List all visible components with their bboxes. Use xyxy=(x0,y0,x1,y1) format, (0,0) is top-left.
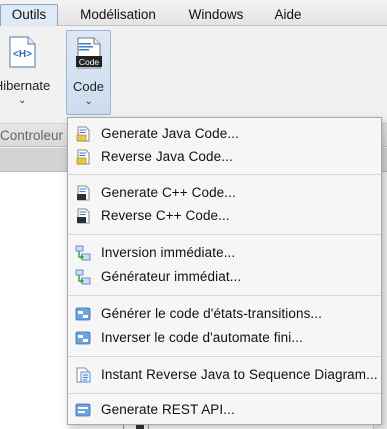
menu-separator xyxy=(68,234,381,235)
menu-item-inversion-immediate[interactable]: Inversion immédiate... xyxy=(68,242,381,264)
instant-reverse-icon xyxy=(75,245,91,261)
code-button[interactable]: Code Code ⌄ xyxy=(66,30,111,115)
menu-item-generer-etats-transitions[interactable]: Générer le code d'états-transitions... xyxy=(68,303,381,325)
hibernate-icon: <H> xyxy=(9,36,36,68)
menu-item-label: Instant Reverse Java to Sequence Diagram… xyxy=(101,367,378,382)
menu-separator xyxy=(68,295,381,296)
menu-item-reverse-cpp[interactable]: Reverse C++ Code... xyxy=(68,205,381,227)
menu-windows[interactable]: Windows xyxy=(178,4,254,26)
code-icon: Code xyxy=(75,37,102,69)
rest-api-icon xyxy=(75,403,91,417)
menu-item-instant-reverse-sequence[interactable]: Instant Reverse Java to Sequence Diagram… xyxy=(68,364,381,386)
menu-item-label: Generate C++ Code... xyxy=(101,185,236,200)
chevron-down-icon: ⌄ xyxy=(18,95,27,106)
menu-item-generateur-immediat[interactable]: Générateur immédiat... xyxy=(68,266,381,288)
menu-item-label: Generate REST API... xyxy=(101,402,235,417)
menu-separator xyxy=(68,356,381,357)
hibernate-label: Hibernate xyxy=(0,78,51,93)
menu-item-generate-cpp[interactable]: Generate C++ Code... xyxy=(68,182,381,204)
code-dropdown-menu: Generate Java Code... Reverse Java Code.… xyxy=(67,117,382,425)
menu-item-label: Reverse C++ Code... xyxy=(101,208,230,223)
group-label-controleur: Controleur xyxy=(0,128,64,143)
java-icon xyxy=(76,149,90,165)
menu-item-reverse-java[interactable]: Reverse Java Code... xyxy=(68,146,381,168)
instant-generator-icon xyxy=(75,269,91,285)
code-label: Code xyxy=(72,79,105,94)
chevron-down-icon: ⌄ xyxy=(84,96,93,107)
state-machine-icon xyxy=(75,331,91,345)
menu-item-inverser-automate[interactable]: Inverser le code d'automate fini... xyxy=(68,327,381,349)
sequence-diagram-icon xyxy=(76,367,91,383)
menu-outils[interactable]: Outils xyxy=(0,4,58,26)
menu-item-label: Inverser le code d'automate fini... xyxy=(101,330,303,345)
menu-separator xyxy=(68,174,381,175)
cpp-icon xyxy=(77,208,90,224)
ribbon: <H> Hibernate ⌄ Code Code ⌄ xyxy=(0,26,387,123)
svg-text:<H>: <H> xyxy=(13,49,32,60)
menu-separator xyxy=(68,393,381,394)
state-machine-icon xyxy=(75,307,91,321)
java-icon xyxy=(76,126,90,142)
menu-bar: Outils Modélisation Windows Aide xyxy=(0,0,387,26)
menu-aide[interactable]: Aide xyxy=(262,4,314,26)
menu-item-label: Generate Java Code... xyxy=(101,126,239,141)
menu-item-generate-rest-api[interactable]: Generate REST API... xyxy=(68,399,381,421)
menu-item-label: Générer le code d'états-transitions... xyxy=(101,306,322,321)
hibernate-button[interactable]: <H> Hibernate ⌄ xyxy=(0,30,58,115)
menu-modelisation[interactable]: Modélisation xyxy=(66,4,170,26)
menu-item-label: Générateur immédiat... xyxy=(101,269,242,284)
svg-text:Code: Code xyxy=(78,57,99,67)
menu-item-label: Reverse Java Code... xyxy=(101,149,233,164)
menu-item-generate-java[interactable]: Generate Java Code... xyxy=(68,123,381,145)
menu-item-label: Inversion immédiate... xyxy=(101,245,236,260)
cpp-icon xyxy=(77,185,90,201)
